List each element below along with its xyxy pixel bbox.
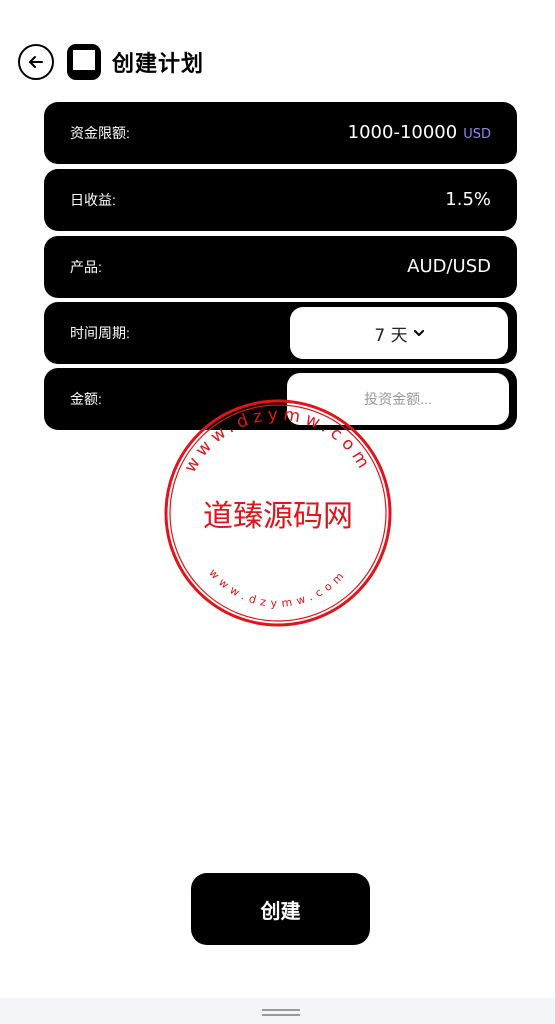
- app-logo-icon: [66, 43, 102, 81]
- period-label: 时间周期:: [70, 325, 130, 341]
- chevron-down-icon: [413, 329, 424, 337]
- product-row: 产品: AUD/USD: [44, 236, 517, 298]
- back-button[interactable]: [18, 44, 54, 80]
- product-label: 产品:: [70, 259, 102, 275]
- period-row: 时间周期: 7 天: [44, 302, 517, 364]
- amount-label: 金额:: [70, 391, 102, 407]
- fund-limit-value-group: 1000-10000 USD: [348, 102, 491, 166]
- svg-text:www.dzymw.com: www.dzymw.com: [206, 566, 350, 610]
- watermark-center-text: 道臻源码网: [203, 499, 353, 534]
- bottom-navigation-bar: [0, 998, 555, 1024]
- fund-limit-value: 1000-10000: [347, 122, 458, 143]
- home-handle-line: [262, 1009, 300, 1011]
- watermark-ring-bottom: www.dzymw.com: [206, 566, 345, 610]
- page-title: 创建计划: [112, 52, 205, 77]
- header: 创建计划: [18, 42, 204, 82]
- fund-limit-unit: USD: [463, 127, 491, 142]
- amount-input[interactable]: [287, 373, 509, 425]
- fund-limit-row: 资金限额: 1000-10000 USD: [44, 102, 517, 164]
- arrow-left-icon: [29, 56, 43, 68]
- daily-return-row: 日收益: 1.5%: [44, 169, 517, 231]
- product-value: AUD/USD: [407, 256, 491, 277]
- watermark-stamp: www.dzymw.com www.dzymw.com 道臻源码网: [163, 398, 393, 628]
- period-select[interactable]: 7 天: [290, 307, 508, 359]
- fund-limit-label: 资金限额:: [70, 125, 130, 141]
- home-handle-line: [262, 1014, 300, 1016]
- period-selected-value: 7 天: [374, 325, 408, 346]
- create-button[interactable]: 创建: [191, 873, 370, 945]
- amount-row: 金额:: [44, 368, 517, 430]
- daily-return-value: 1.5%: [445, 189, 491, 210]
- daily-return-label: 日收益:: [70, 192, 116, 208]
